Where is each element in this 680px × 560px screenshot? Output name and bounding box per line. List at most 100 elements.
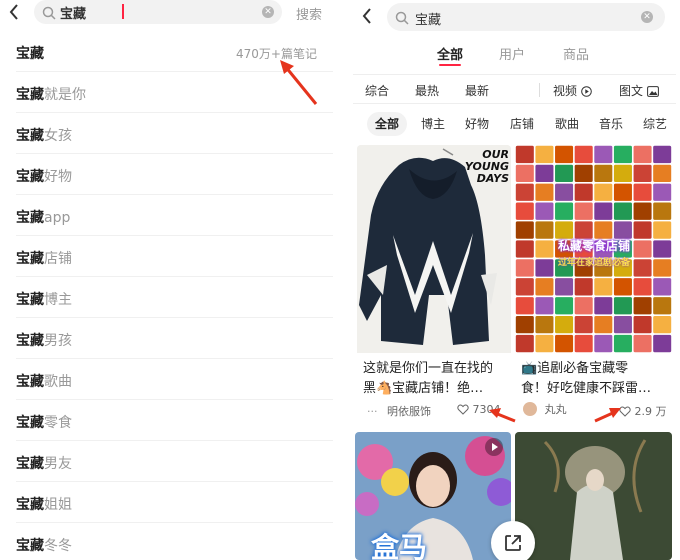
snack-tile [613,297,632,315]
suggestion-rest: 店铺 [44,251,72,267]
suggestion-item[interactable]: 宝藏零食 [16,400,333,441]
note-card[interactable]: 私藏零食店铺 过年在家追剧必备 📺追剧必备宝藏零 食！好吃健康不踩雷… 丸丸 2… [515,145,672,425]
snack-tile [594,145,613,164]
snack-tile [574,315,593,334]
chip-music[interactable]: 音乐 [591,112,631,136]
suggestion-item[interactable]: 宝藏博主 [16,277,333,318]
suggestion-item[interactable]: 宝藏就是你 [16,72,333,113]
suggestion-keyword: 宝藏 [16,128,44,144]
snack-tile [594,278,613,296]
chip-shops[interactable]: 店铺 [502,112,542,136]
snack-tile [653,202,672,220]
note-card[interactable]: OUR YOUNG DAYS 这就是你们一直在找的 黑🐴宝藏店铺！绝… ··· … [357,145,511,425]
suggestion-item[interactable]: 宝藏app [16,195,333,236]
filter-image-text-label: 图文 [619,84,644,98]
suggestion-rest: 歌曲 [44,374,72,390]
snack-tile [555,145,574,164]
search-input[interactable]: 宝藏 ✕ [387,3,665,31]
suggestion-keyword: 宝藏 [16,333,44,349]
snack-tile [535,315,554,334]
suggestion-item[interactable]: 宝藏冬冬 [16,523,333,560]
snack-tile [574,145,593,164]
snack-tile [633,145,652,164]
suggestion-item[interactable]: 宝藏 470万+篇笔记 [16,31,333,72]
snack-tile [613,145,632,164]
like-count: 2.9 万 [634,405,667,418]
note-cover-image: 私藏零食店铺 过年在家追剧必备 [515,145,672,353]
snack-tile [613,334,632,353]
suggestion-item[interactable]: 宝藏姐姐 [16,482,333,523]
results-panel: 宝藏 ✕ 全部 用户 商品 综合 最热 最新 视频 图文 全部 博主 好物 店铺… [347,0,680,560]
suggestion-rest: 男孩 [44,333,72,349]
suggestion-rest: 零食 [44,415,72,431]
suggestion-keyword: 宝藏 [16,456,44,472]
snack-tile [535,183,554,201]
tab-products[interactable]: 商品 [563,44,589,63]
share-icon [503,533,523,557]
suggestion-keyword: 宝藏 [16,374,44,390]
snack-tile [555,164,574,183]
snack-tile [653,297,672,315]
search-button[interactable]: 搜索 [296,4,322,23]
snack-tile [515,278,534,296]
note-card[interactable]: 盒马 [355,432,511,560]
filter-image-text[interactable]: 图文 [619,82,659,100]
author[interactable]: ··· 明依服饰 [367,403,431,419]
note-title-line: 黑🐴宝藏店铺！绝… [363,381,484,396]
note-title-line: 食！好吃健康不踩雷… [521,381,652,396]
suggestion-item[interactable]: 宝藏店铺 [16,236,333,277]
chip-variety[interactable]: 综艺 [635,112,675,136]
suggestion-keyword: 宝藏 [16,292,44,308]
snack-tile [613,315,632,334]
snack-tile [535,297,554,315]
heart-icon [457,404,469,418]
note-cover-image: 盒马 [355,432,511,560]
suggestion-keyword: 宝藏 [16,87,44,103]
snack-tile [633,278,652,296]
clear-icon[interactable]: ✕ [262,6,274,18]
search-bar-row: 宝藏 ✕ 搜索 [0,0,333,28]
snack-tile [574,202,593,220]
snack-tile [594,315,613,334]
like-button[interactable]: 2.9 万 [619,403,667,420]
suggestion-rest: 女孩 [44,128,72,144]
author[interactable]: 丸丸 [523,401,567,417]
filter-video[interactable]: 视频 [553,82,592,100]
suggestion-item[interactable]: 宝藏歌曲 [16,359,333,400]
clear-icon[interactable]: ✕ [641,11,653,23]
share-button[interactable] [491,521,535,560]
sort-hottest[interactable]: 最热 [415,82,439,99]
chevron-left-icon[interactable] [361,7,373,29]
suggestion-item[interactable]: 宝藏男友 [16,441,333,482]
chip-all[interactable]: 全部 [367,112,408,136]
search-input[interactable]: 宝藏 ✕ [34,0,282,24]
snack-tile [574,164,593,183]
snack-tile [653,278,672,296]
chip-bloggers[interactable]: 博主 [413,112,453,136]
chip-goods[interactable]: 好物 [457,112,497,136]
note-cover-image [515,432,672,560]
cover-caption-line: DAYS [476,172,509,185]
suggestion-keyword: 宝藏 [16,46,44,62]
snack-tile [633,183,652,201]
snack-tile [555,202,574,220]
sort-comprehensive[interactable]: 综合 [365,82,389,99]
suggestion-item[interactable]: 宝藏女孩 [16,113,333,154]
chip-songs[interactable]: 歌曲 [547,112,587,136]
snack-tile [594,297,613,315]
suggestion-item[interactable]: 宝藏好物 [16,154,333,195]
suggestion-keyword: 宝藏 [16,415,44,431]
like-button[interactable]: 7304 [457,403,501,418]
suggestion-item[interactable]: 宝藏男孩 [16,318,333,359]
note-card[interactable] [515,432,672,560]
snack-tile [535,202,554,220]
cover-overlay-title: 私藏零食店铺 [557,239,630,253]
snack-tile [535,334,554,353]
note-title-line: 这就是你们一直在找的 [363,361,494,376]
sort-newest[interactable]: 最新 [465,82,489,99]
chevron-left-icon[interactable] [8,3,22,21]
text-caret [122,4,124,19]
tab-users[interactable]: 用户 [499,44,525,63]
suggestion-keyword: 宝藏 [16,497,44,513]
tab-all[interactable]: 全部 [437,44,463,63]
